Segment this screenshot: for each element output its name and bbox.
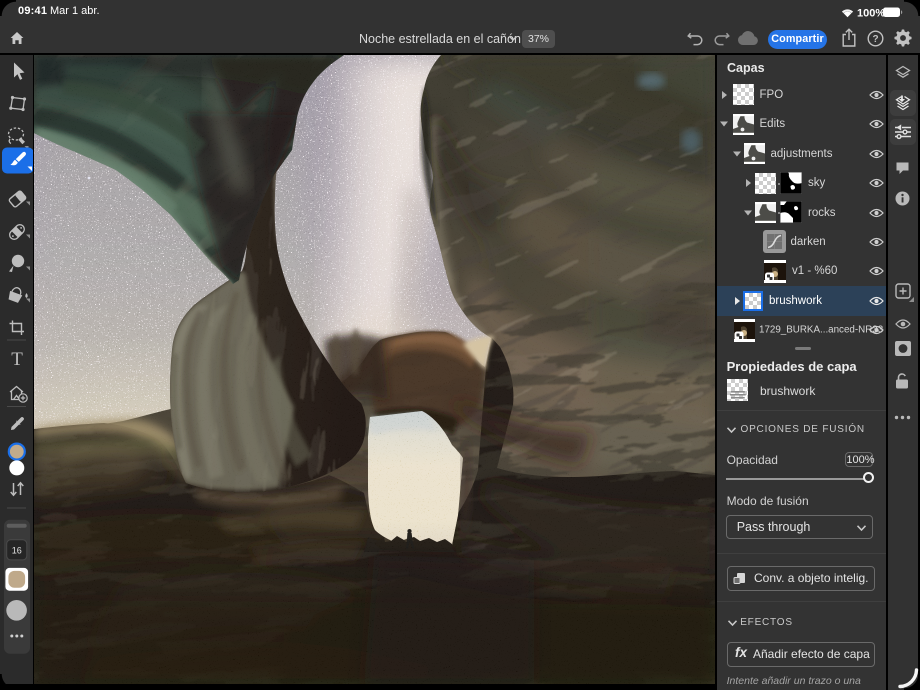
svg-text:T: T xyxy=(11,349,23,370)
svg-text:100%: 100% xyxy=(857,8,885,20)
svg-text:16: 16 xyxy=(12,546,22,556)
svg-text:?: ? xyxy=(872,34,878,45)
